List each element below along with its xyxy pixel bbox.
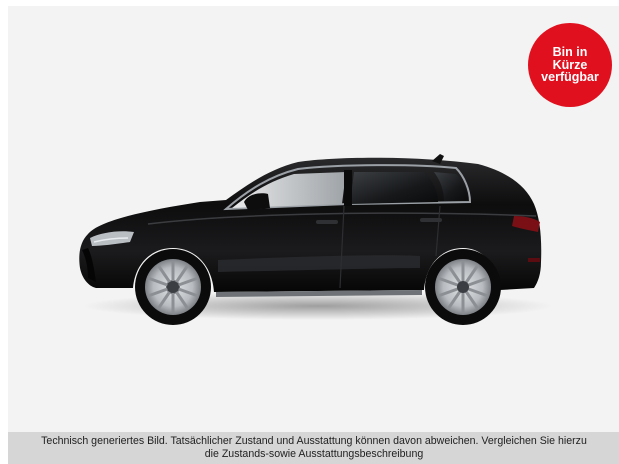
vehicle-image: Bin in Kürze verfügbar — [8, 6, 619, 432]
availability-badge: Bin in Kürze verfügbar — [528, 23, 612, 107]
disclaimer-line-1: Technisch generiertes Bild. Tatsächliche… — [41, 435, 587, 447]
rear-reflector — [528, 258, 540, 262]
front-wheel — [135, 249, 211, 325]
badge-line-1: Bin in — [552, 45, 588, 60]
door-handle-front — [316, 220, 338, 224]
rear-wheel — [425, 249, 501, 325]
b-pillar — [344, 170, 352, 206]
disclaimer-line-2: die Zustands-sowie Ausstattungsbeschreib… — [204, 448, 424, 460]
rear-window — [350, 172, 438, 204]
image-disclaimer: Technisch generiertes Bild. Tatsächliche… — [8, 432, 619, 464]
vehicle-image-frame: Bin in Kürze verfügbar Technisch generie… — [0, 0, 619, 464]
door-handle-rear — [420, 218, 442, 222]
badge-line-3: verfügbar — [541, 70, 599, 85]
